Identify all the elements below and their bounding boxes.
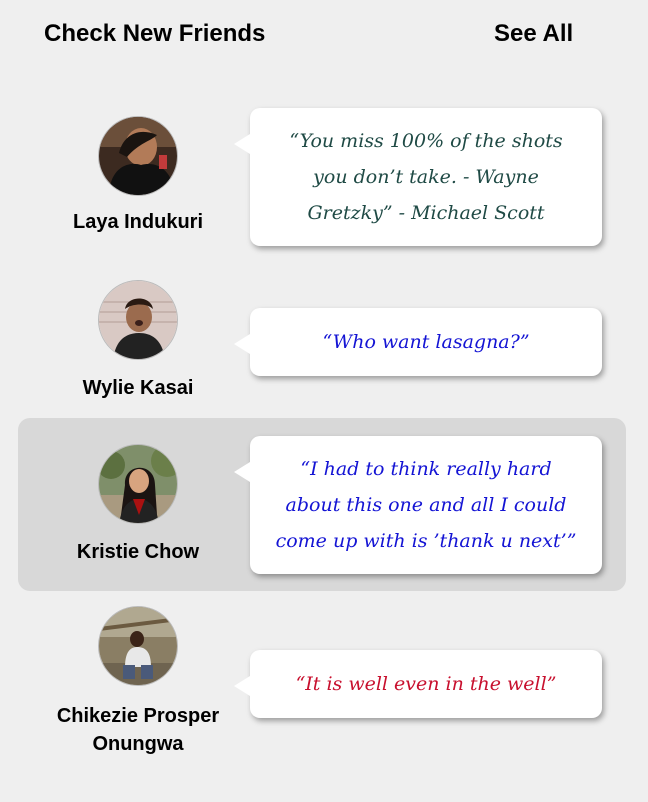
avatar[interactable] [98,606,178,686]
section-title: Check New Friends [44,20,266,47]
quote-bubble: “Who want lasagna?” [234,308,602,376]
friend-row-kristie[interactable]: Kristie Chow “I had to think really hard… [18,418,626,591]
avatar[interactable] [98,116,178,196]
quote-bubble: “You miss 100% of the shots you don’t ta… [234,108,602,246]
header: Check New Friends See All [0,0,648,70]
avatar[interactable] [98,280,178,360]
avatar-image [99,607,177,685]
friend-row-chikezie[interactable]: Chikezie Prosper Onungwa “It is well eve… [18,600,626,790]
friend-row-laya[interactable]: Laya Indukuri “You miss 100% of the shot… [18,100,626,260]
avatar-image [99,117,177,195]
friend-name[interactable]: Laya Indukuri [18,208,258,236]
avatar-image [99,445,177,523]
friend-row-wylie[interactable]: Wylie Kasai “Who want lasagna?” [18,270,626,410]
quote-bubble: “I had to think really hard about this o… [234,436,602,574]
friend-name[interactable]: Chikezie Prosper Onungwa [18,702,258,758]
avatar[interactable] [98,444,178,524]
friend-name[interactable]: Kristie Chow [18,538,258,566]
avatar-image [99,281,177,359]
see-all-button[interactable]: See All [494,20,573,48]
quote-text: “I had to think really hard about this o… [275,458,577,552]
quote-text: “It is well even in the well” [295,673,557,695]
quote-text: “Who want lasagna?” [322,331,530,353]
quote-bubble: “It is well even in the well” [234,650,602,718]
friend-name[interactable]: Wylie Kasai [18,374,258,402]
quote-text: “You miss 100% of the shots you don’t ta… [289,130,563,224]
